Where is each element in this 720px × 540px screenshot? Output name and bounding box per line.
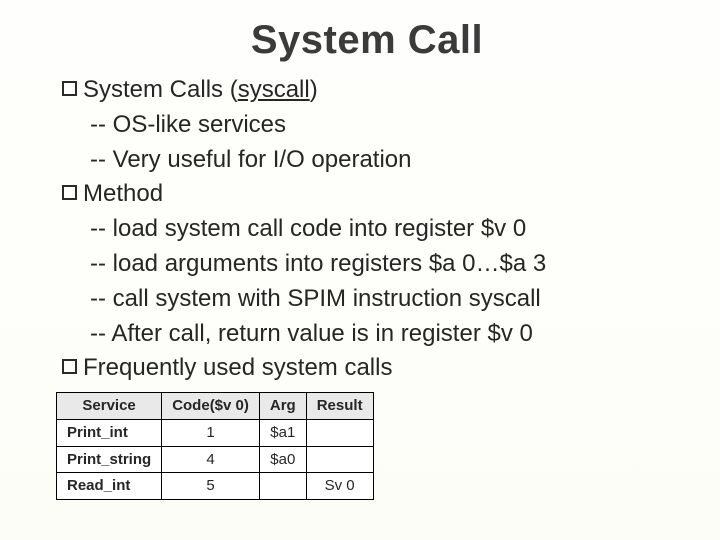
table-row: Read_int 5 Sv 0 <box>57 473 374 500</box>
sub-os-services: -- OS-like services <box>62 108 672 143</box>
text: -- load arguments into registers <box>90 250 429 277</box>
sub-call-syscall: -- call system with SPIM instruction sys… <box>62 282 672 317</box>
sub-load-code: -- load system call code into register $… <box>62 212 672 247</box>
sub-load-args: -- load arguments into registers $a 0…$a… <box>62 247 672 282</box>
bullet-text: Method <box>83 177 163 212</box>
cell-result: Sv 0 <box>306 473 373 500</box>
bullet-system-calls: System Calls (syscall) <box>62 73 672 108</box>
register-a0-a3: $a 0…$a 3 <box>429 250 546 277</box>
bullet-method: Method <box>62 177 672 212</box>
cell-service: Print_int <box>57 419 162 446</box>
register-v0: $v 0 <box>481 215 526 242</box>
bullet-frequently-used: Frequently used system calls <box>62 351 672 386</box>
cell-code: 5 <box>162 473 260 500</box>
register-v0: $v 0 <box>487 320 532 347</box>
cell-code: 4 <box>162 446 260 473</box>
square-bullet-icon <box>62 359 77 374</box>
bullet-text: Frequently used system calls <box>83 351 392 386</box>
syscall-table: Service Code($v 0) Arg Result Print_int … <box>56 392 374 500</box>
th-result: Result <box>306 393 373 420</box>
syscall-link[interactable]: syscall <box>238 76 310 103</box>
cell-service: Print_string <box>57 446 162 473</box>
cell-result <box>306 446 373 473</box>
cell-arg <box>259 473 306 500</box>
text: -- After call, return value is in regist… <box>90 320 487 347</box>
th-service: Service <box>57 393 162 420</box>
table-row: Print_string 4 $a0 <box>57 446 374 473</box>
cell-result <box>306 419 373 446</box>
instruction-syscall: syscall <box>469 285 541 312</box>
text: -- call system with SPIM instruction <box>90 285 469 312</box>
cell-service: Read_int <box>57 473 162 500</box>
text-tail: ) <box>310 76 318 103</box>
cell-arg: $a0 <box>259 446 306 473</box>
th-arg: Arg <box>259 393 306 420</box>
text-lead: System Calls ( <box>83 76 238 103</box>
square-bullet-icon <box>62 81 77 96</box>
square-bullet-icon <box>62 185 77 200</box>
bullet-text: System Calls (syscall) <box>83 73 318 108</box>
slide-body: System Calls (syscall) -- OS-like servic… <box>62 73 672 500</box>
sub-io-operation: -- Very useful for I/O operation <box>62 143 672 178</box>
slide: System Call System Calls (syscall) -- OS… <box>0 0 720 540</box>
cell-code: 1 <box>162 419 260 446</box>
sub-return-value: -- After call, return value is in regist… <box>62 317 672 352</box>
cell-arg: $a1 <box>259 419 306 446</box>
syscall-table-wrap: Service Code($v 0) Arg Result Print_int … <box>56 392 672 500</box>
text: -- load system call code into register <box>90 215 481 242</box>
slide-title: System Call <box>62 18 672 63</box>
table-header-row: Service Code($v 0) Arg Result <box>57 393 374 420</box>
th-code: Code($v 0) <box>162 393 260 420</box>
table-row: Print_int 1 $a1 <box>57 419 374 446</box>
